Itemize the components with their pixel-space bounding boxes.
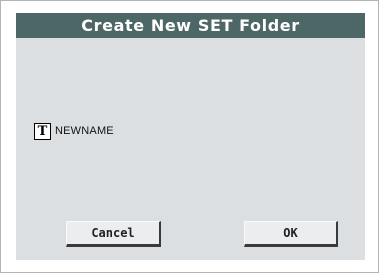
folder-name-field[interactable]: NEWNAME — [55, 125, 114, 137]
create-set-folder-dialog: Create New SET Folder T NEWNAME Cancel O… — [0, 0, 379, 273]
ok-button[interactable]: OK — [244, 221, 338, 247]
dialog-title: Create New SET Folder — [16, 13, 365, 38]
text-edit-icon[interactable]: T — [34, 122, 51, 140]
cancel-button[interactable]: Cancel — [66, 221, 161, 247]
dialog-body: T NEWNAME Cancel OK — [16, 38, 365, 260]
folder-name-row: T NEWNAME — [34, 121, 114, 141]
